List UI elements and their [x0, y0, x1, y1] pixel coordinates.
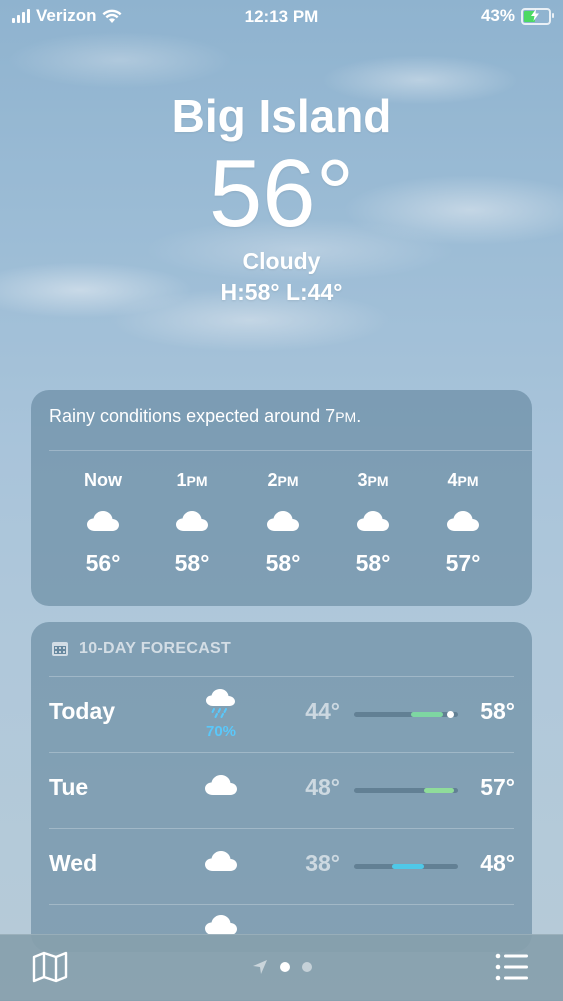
- page-dot-active[interactable]: [279, 962, 290, 972]
- hour-item: 5PM 55°: [511, 470, 532, 577]
- current-temperature: 56°: [208, 140, 355, 247]
- status-bar: Verizon 12:13 PM 43%: [0, 0, 563, 34]
- temperature-range-fill: [411, 712, 444, 717]
- condition-text: Cloudy: [242, 248, 321, 274]
- temperature-range-bar: [354, 864, 458, 869]
- hourly-strip[interactable]: Now 56° 1PM 58° 2PM 58° 3PM 58° 4PM 57° 5PM 55°: [31, 470, 532, 600]
- forecast-low: 44°: [305, 698, 340, 724]
- forecast-low: 38°: [305, 850, 340, 876]
- bottom-toolbar: [0, 934, 563, 1001]
- ten-day-forecast-card[interactable]: 10-DAY FORECAST Today 70% 44° 58° Tue 48° 57° W…: [31, 622, 532, 952]
- forecast-icon-wrap: [186, 764, 256, 801]
- cloud-icon: [205, 775, 237, 795]
- hour-label: Now: [84, 470, 122, 490]
- hour-item: Now 56°: [63, 470, 143, 577]
- forecast-header: 10-DAY FORECAST: [51, 640, 231, 658]
- hour-temperature: 58°: [265, 550, 301, 576]
- cloud-icon: [447, 511, 479, 531]
- high-low-text: H:58° L:44°: [220, 279, 343, 305]
- forecast-high: 48°: [480, 850, 515, 876]
- forecast-icon-wrap: 70%: [186, 688, 256, 740]
- hour-label: 4PM: [447, 470, 479, 490]
- hour-item: 1PM 58°: [152, 470, 232, 577]
- forecast-high: 58°: [480, 698, 515, 724]
- hour-label: 5PM: [511, 470, 532, 496]
- status-right: 43%: [480, 6, 554, 26]
- battery-icon: [521, 7, 554, 25]
- precip-chance: 70%: [205, 723, 237, 740]
- status-time: 12:13 PM: [244, 7, 319, 26]
- temperature-range-bar: [354, 711, 458, 718]
- temperature-range-fill: [392, 864, 424, 869]
- list-icon: [495, 953, 528, 981]
- forecast-row[interactable]: Today 70% 44° 58°: [31, 676, 532, 750]
- hourly-forecast-card[interactable]: Rainy conditions expected around 7PM. No…: [31, 390, 532, 606]
- current-weather: Big Island 56° Cloudy H:58° L:44°: [0, 88, 563, 306]
- cloud-icon: [357, 511, 389, 531]
- hour-item: 2PM 58°: [243, 470, 323, 577]
- forecast-row[interactable]: Tue 48° 57°: [31, 752, 532, 826]
- cloud-icon: [205, 851, 237, 871]
- hour-temperature: 57°: [445, 550, 481, 576]
- hour-item: 3PM 58°: [333, 470, 413, 577]
- cloud-icon: [267, 511, 299, 531]
- hour-temperature: 58°: [174, 550, 210, 576]
- hour-item: 4PM 57°: [423, 470, 503, 577]
- cloud-icon: [87, 511, 119, 531]
- hour-temperature: 58°: [355, 550, 391, 576]
- hour-label: 3PM: [357, 470, 389, 490]
- forecast-high: 57°: [480, 774, 515, 800]
- hour-temperature: 56°: [85, 550, 121, 576]
- list-button[interactable]: [495, 953, 529, 986]
- forecast-day: Wed: [49, 850, 98, 876]
- page-indicator[interactable]: [0, 959, 563, 975]
- forecast-icon-wrap: [186, 840, 256, 877]
- cloud-icon: [176, 511, 208, 531]
- page-dot[interactable]: [301, 962, 312, 972]
- forecast-low: 48°: [305, 774, 340, 800]
- forecast-row[interactable]: Wed 38° 48°: [31, 828, 532, 902]
- location-arrow-icon: [252, 960, 267, 974]
- forecast-title: 10-DAY FORECAST: [79, 640, 232, 657]
- hour-label: 2PM: [267, 470, 299, 490]
- hour-temperature: 55°: [511, 550, 532, 577]
- forecast-day: Tue: [49, 774, 89, 800]
- city-name: Big Island: [171, 90, 392, 142]
- temperature-range-bar: [354, 788, 458, 793]
- current-temp-dot: [446, 711, 454, 718]
- forecast-day: Today: [49, 698, 116, 724]
- temperature-range-fill: [423, 788, 454, 793]
- card-divider: [49, 450, 532, 451]
- battery-percent: 43%: [480, 6, 515, 25]
- hourly-summary: Rainy conditions expected around 7PM.: [49, 406, 362, 426]
- cloud-rain-icon: [206, 689, 235, 718]
- calendar-icon: [52, 642, 68, 656]
- cloud-icon: [205, 915, 237, 935]
- hour-label: 1PM: [176, 470, 208, 490]
